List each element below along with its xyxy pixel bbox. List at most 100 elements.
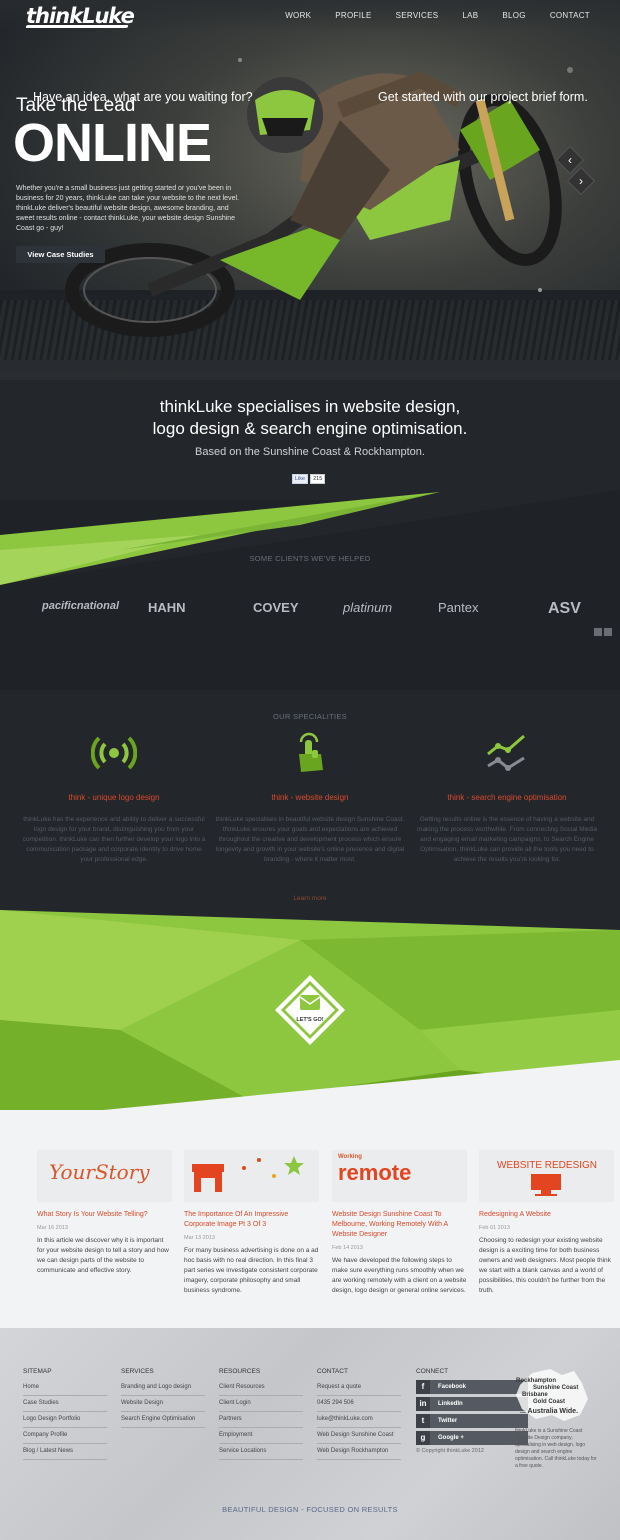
speciality-title[interactable]: think - search engine optimisation — [412, 793, 602, 802]
main-nav: WORK PROFILE SERVICES LAB BLOG CONTACT — [285, 11, 590, 20]
line-graph-icon — [487, 734, 525, 771]
blog-post-title[interactable]: The Importance Of An Impressive Corporat… — [184, 1210, 319, 1230]
blog-post-excerpt: In this article we discover why it is im… — [37, 1237, 169, 1274]
signal-icon — [90, 736, 138, 770]
blog-post-title[interactable]: Redesigning A Website — [479, 1210, 614, 1220]
nav-lab[interactable]: LAB — [462, 11, 478, 20]
intro-headline: thinkLuke specialises in website design,… — [0, 396, 620, 440]
blog-post-date: Feb 01 2013 — [479, 1225, 510, 1231]
footer-link[interactable]: Request a quote — [317, 1380, 401, 1396]
blog-post: WEBSITE REDESIGN Redesigning A Website F… — [479, 1150, 614, 1296]
blog-post-image[interactable]: YourStory — [37, 1150, 172, 1202]
chat-icon — [300, 995, 320, 1010]
monitor-icon — [531, 1174, 561, 1196]
footer-link[interactable]: Client Login — [219, 1396, 303, 1412]
blog-post-title[interactable]: Website Design Sunshine Coast To Melbour… — [332, 1210, 467, 1240]
clients-prev-button[interactable] — [594, 628, 602, 636]
footer-link[interactable]: Branding and Logo design — [121, 1380, 205, 1396]
footer-link[interactable]: Partners — [219, 1412, 303, 1428]
footer-heading: CONTACT — [317, 1368, 348, 1375]
footer-sitemap: SITEMAP Home Case Studies Logo Design Po… — [23, 1368, 107, 1460]
nav-profile[interactable]: PROFILE — [335, 11, 371, 20]
storefront-icon — [192, 1156, 304, 1192]
intro-headline-line-2: logo design & search engine optimisation… — [152, 419, 468, 438]
blog-post: The Importance Of An Impressive Corporat… — [184, 1150, 319, 1296]
nav-work[interactable]: WORK — [285, 11, 311, 20]
blog-post-image[interactable]: Working remote — [332, 1150, 467, 1202]
map-label-sunshine-coast: Sunshine Coast — [533, 1385, 579, 1391]
footer-heading: RESOURCES — [219, 1368, 261, 1375]
footer-link[interactable]: Website Design — [121, 1396, 205, 1412]
client-logo-covey: COVEY — [253, 600, 299, 615]
blog-post-date: Mar 13 2013 — [184, 1235, 215, 1241]
footer-link[interactable]: Logo Design Portfolio — [23, 1412, 107, 1428]
cta-right-text[interactable]: Get started with our project brief form. — [378, 90, 588, 104]
blog-post: YourStory What Story Is Your Website Tel… — [37, 1150, 172, 1276]
blog-post: Working remote Website Design Sunshine C… — [332, 1150, 467, 1296]
client-logo-platinum: platinum — [343, 600, 393, 615]
working-remote-graphic: remote — [338, 1160, 412, 1185]
speciality-text: thinkLuke specialises in beautiful websi… — [215, 816, 405, 863]
blog-post-date: Mar 16 2013 — [37, 1225, 68, 1231]
footer-link[interactable]: Client Resources — [219, 1380, 303, 1396]
clients-section: SOME CLIENTS WE'VE HELPED pacificnationa… — [0, 540, 620, 690]
speciality-text: Getting results online is the essence of… — [417, 816, 597, 863]
google-plus-icon: g — [416, 1431, 430, 1445]
hero-title: ONLINE — [13, 113, 212, 173]
footer-phone: 0435 294 506 — [317, 1396, 401, 1412]
footer-link[interactable]: Web Design Sunshine Coast — [317, 1428, 401, 1444]
blog-section: YourStory What Story Is Your Website Tel… — [0, 1110, 620, 1335]
footer-email-link[interactable]: luke@thinkLuke.com — [317, 1412, 401, 1428]
speciality-text: thinkLuke has the experience and ability… — [22, 816, 206, 863]
footer-link[interactable]: Employment — [219, 1428, 303, 1444]
footer-heading: SITEMAP — [23, 1368, 52, 1375]
learn-more-link[interactable]: Learn more — [0, 895, 620, 902]
linkedin-icon: in — [416, 1397, 430, 1411]
logo-swoosh — [25, 25, 129, 28]
facebook-like-label: Like — [292, 474, 309, 484]
footer-blurb: thinkLuke is a Sunshine Coast Website De… — [515, 1428, 597, 1469]
copyright-text: © Copyright thinkLuke 2012 — [416, 1448, 484, 1454]
facebook-like-button[interactable]: Like 215 — [292, 474, 326, 484]
hero-banner: Take the Lead ONLINE Whether you're a sm… — [0, 0, 620, 380]
speciality-title[interactable]: think - unique logo design — [19, 793, 209, 802]
nav-services[interactable]: SERVICES — [396, 11, 439, 20]
blog-post-image[interactable]: WEBSITE REDESIGN — [479, 1150, 614, 1202]
client-logo-pacificnational: pacificnational — [42, 600, 120, 612]
client-logo-asv: ASV — [548, 600, 581, 617]
blog-post-image[interactable] — [184, 1150, 319, 1202]
footer-link[interactable]: Company Profile — [23, 1428, 107, 1444]
footer-link[interactable]: Service Locations — [219, 1444, 303, 1460]
google-plus-button[interactable]: g Google + — [416, 1431, 528, 1445]
nav-blog[interactable]: BLOG — [502, 11, 525, 20]
footer-resources: RESOURCES Client Resources Client Login … — [219, 1368, 303, 1460]
lets-go-button[interactable] — [275, 975, 345, 1045]
speciality-seo: think - search engine optimisation Getti… — [412, 730, 602, 865]
specialities-heading: OUR SPECIALITIES — [273, 712, 347, 721]
social-label: Twitter — [438, 1418, 458, 1424]
footer-link[interactable]: Web Design Rockhampton — [317, 1444, 401, 1460]
footer-link[interactable]: Blog / Latest News — [23, 1444, 107, 1460]
blog-post-excerpt: For many business advertising is done on… — [184, 1247, 319, 1294]
map-label-rockhampton: Rockhampton — [516, 1378, 557, 1384]
specialities-section: OUR SPECIALITIES think - unique logo des… — [0, 690, 620, 930]
speciality-title[interactable]: think - website design — [215, 793, 405, 802]
footer-link[interactable]: Search Engine Optimisation — [121, 1412, 205, 1428]
view-case-studies-button[interactable]: View Case Studies — [16, 246, 105, 263]
blog-post-title[interactable]: What Story Is Your Website Telling? — [37, 1210, 172, 1220]
nav-contact[interactable]: CONTACT — [550, 11, 590, 20]
social-label: LinkedIn — [438, 1401, 463, 1407]
logo[interactable]: thinkLuke — [25, 4, 135, 28]
map-label-gold-coast: Gold Coast — [533, 1399, 566, 1405]
clients-next-button[interactable] — [604, 628, 612, 636]
blog-post-date: Feb 14 2013 — [332, 1245, 363, 1251]
social-label: Google + — [438, 1435, 464, 1441]
clients-heading: SOME CLIENTS WE'VE HELPED — [249, 554, 371, 563]
intro-section: thinkLuke specialises in website design,… — [0, 380, 620, 500]
footer-link[interactable]: Home — [23, 1380, 107, 1396]
footer-link[interactable]: Case Studies — [23, 1396, 107, 1412]
hero-description: Whether you're a small business just get… — [16, 185, 239, 232]
footer-heading: SERVICES — [121, 1368, 154, 1375]
facebook-like-count: 215 — [310, 474, 326, 484]
footer-contact: CONTACT Request a quote 0435 294 506 luk… — [317, 1368, 401, 1460]
